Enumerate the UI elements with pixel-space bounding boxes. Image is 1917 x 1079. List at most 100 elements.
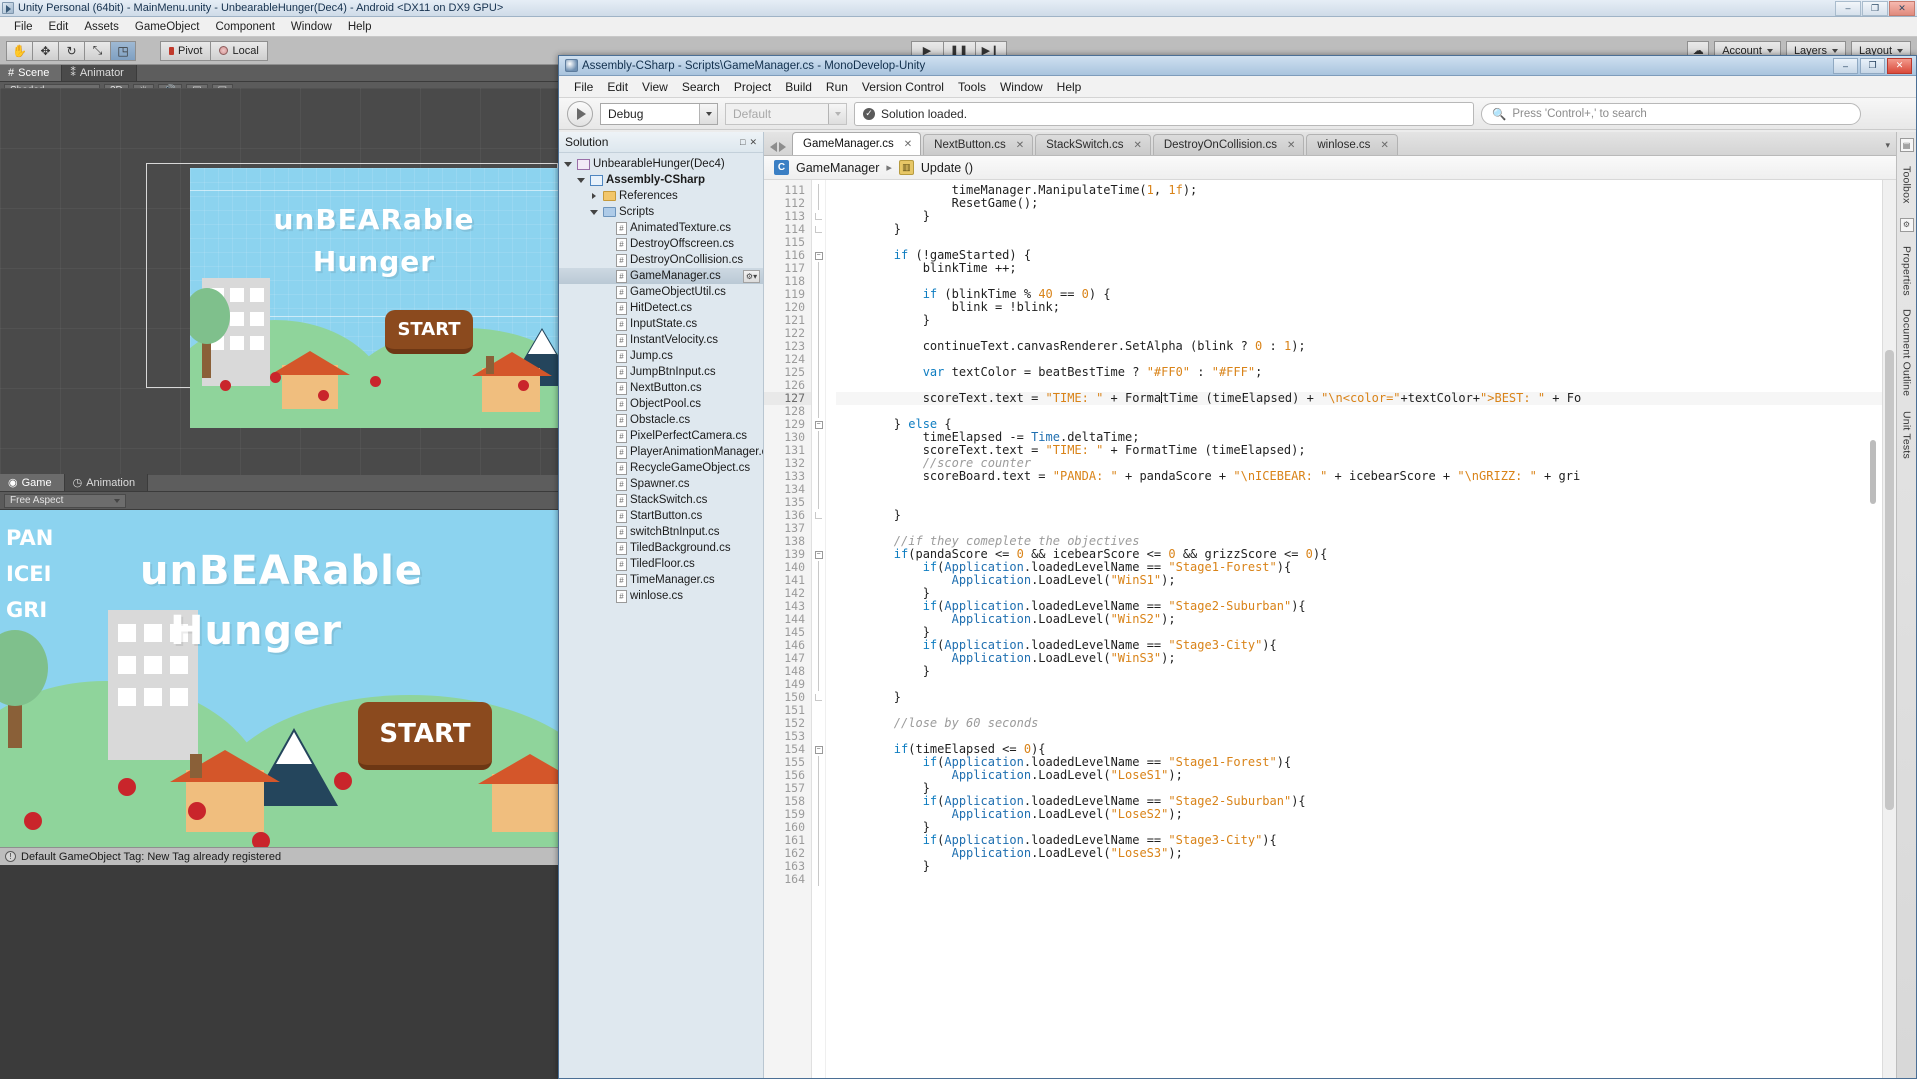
tree-item[interactable]: # ObjectPool.cs bbox=[559, 396, 763, 412]
fold-marker[interactable] bbox=[812, 626, 825, 639]
fold-marker[interactable]: − bbox=[812, 743, 825, 756]
code-line[interactable]: Application.LoadLevel("LoseS2"); bbox=[836, 808, 1882, 821]
fold-marker[interactable] bbox=[812, 288, 825, 301]
tab-nav-back-icon[interactable] bbox=[770, 142, 777, 152]
breadcrumb-class[interactable]: GameManager bbox=[796, 161, 879, 175]
fold-marker[interactable] bbox=[812, 795, 825, 808]
file-gear-icon[interactable]: ⚙▾ bbox=[743, 269, 760, 283]
tree-item[interactable]: # PixelPerfectCamera.cs bbox=[559, 428, 763, 444]
runtime-dropdown[interactable]: Default bbox=[725, 102, 847, 125]
fold-marker[interactable] bbox=[812, 769, 825, 782]
fold-marker[interactable] bbox=[812, 314, 825, 327]
tree-item[interactable]: # TimeManager.cs bbox=[559, 572, 763, 588]
fold-marker[interactable] bbox=[812, 587, 825, 600]
code-line[interactable]: } bbox=[836, 223, 1882, 236]
tree-item[interactable]: # DestroyOnCollision.cs bbox=[559, 252, 763, 268]
code-line[interactable]: Application.LoadLevel("LoseS1"); bbox=[836, 769, 1882, 782]
rail-label-properties[interactable]: Properties bbox=[1901, 246, 1913, 296]
fold-marker[interactable] bbox=[812, 678, 825, 691]
pad-close-icon[interactable]: ✕ bbox=[749, 137, 757, 148]
fold-marker[interactable] bbox=[812, 366, 825, 379]
code-line[interactable] bbox=[836, 405, 1882, 418]
breadcrumb-method[interactable]: Update () bbox=[921, 161, 973, 175]
document-tabs[interactable]: GameManager.cs ✕ NextButton.cs ✕ StackSwitch… bbox=[764, 132, 1896, 156]
unity-menu-component[interactable]: Component bbox=[207, 19, 282, 35]
fold-marker[interactable] bbox=[812, 652, 825, 665]
close-icon[interactable]: ✕ bbox=[904, 139, 912, 150]
hand-tool-icon[interactable]: ✋ bbox=[6, 40, 32, 61]
code-line[interactable]: } bbox=[836, 860, 1882, 873]
tree-item[interactable]: # Obstacle.cs bbox=[559, 412, 763, 428]
fold-marker[interactable] bbox=[812, 223, 825, 236]
mono-menu-help[interactable]: Help bbox=[1050, 77, 1089, 97]
fold-marker[interactable] bbox=[812, 340, 825, 353]
code-line[interactable]: blinkTime ++; bbox=[836, 262, 1882, 275]
document-tab[interactable]: DestroyOnCollision.cs ✕ bbox=[1152, 134, 1305, 155]
document-tab[interactable]: GameManager.cs ✕ bbox=[792, 132, 922, 155]
code-line[interactable] bbox=[836, 496, 1882, 509]
tree-item[interactable]: # Jump.cs bbox=[559, 348, 763, 364]
tab-nav-forward-icon[interactable] bbox=[779, 142, 786, 152]
move-tool-icon[interactable]: ✥ bbox=[32, 40, 58, 61]
global-search-input[interactable]: 🔍 Press 'Control+,' to search bbox=[1481, 102, 1861, 125]
tree-item[interactable]: # GameManager.cs ⚙▾ bbox=[559, 268, 763, 284]
fold-marker[interactable] bbox=[812, 301, 825, 314]
code-line[interactable] bbox=[836, 483, 1882, 496]
mono-menu-run[interactable]: Run bbox=[819, 77, 855, 97]
tab-animation[interactable]: ◷ Animation bbox=[64, 474, 149, 491]
tree-item[interactable]: # TiledFloor.cs bbox=[559, 556, 763, 572]
fold-marker[interactable] bbox=[812, 483, 825, 496]
game-view[interactable]: unBEARable Hunger START PAN ICEI GRI bbox=[0, 510, 558, 847]
fold-marker[interactable] bbox=[812, 405, 825, 418]
mono-minimize-button[interactable]: – bbox=[1833, 57, 1858, 74]
unity-menu-edit[interactable]: Edit bbox=[41, 19, 77, 35]
fold-marker[interactable]: − bbox=[812, 418, 825, 431]
editor-vertical-scrollbar[interactable] bbox=[1882, 180, 1896, 1078]
tree-item[interactable]: # HitDetect.cs bbox=[559, 300, 763, 316]
tree-item[interactable]: # AnimatedTexture.cs bbox=[559, 220, 763, 236]
code-line[interactable]: ResetGame(); bbox=[836, 197, 1882, 210]
code-fold-column[interactable]: − − − − bbox=[812, 180, 826, 1078]
pad-dock-icon[interactable]: □ bbox=[740, 137, 745, 148]
tree-item[interactable]: Assembly-CSharp bbox=[559, 172, 763, 188]
run-button[interactable] bbox=[567, 100, 593, 127]
code-text[interactable]: timeManager.ManipulateTime(1, 1f); Reset… bbox=[826, 180, 1882, 1078]
tree-item[interactable]: # RecycleGameObject.cs bbox=[559, 460, 763, 476]
tab-nav-arrows[interactable] bbox=[764, 142, 792, 155]
horizontal-scroll-marker[interactable] bbox=[1870, 440, 1876, 504]
scale-tool-icon[interactable]: ⤡ bbox=[84, 40, 110, 61]
tree-item[interactable]: # NextButton.cs bbox=[559, 380, 763, 396]
fold-marker[interactable] bbox=[812, 600, 825, 613]
twisty[interactable] bbox=[588, 193, 600, 199]
mono-menu-build[interactable]: Build bbox=[778, 77, 819, 97]
fold-marker[interactable] bbox=[812, 327, 825, 340]
rail-label-toolbox[interactable]: Toolbox bbox=[1901, 166, 1913, 204]
code-line[interactable]: //lose by 60 seconds bbox=[836, 717, 1882, 730]
unity-menu-file[interactable]: File bbox=[6, 19, 41, 35]
tree-item[interactable]: # winlose.cs bbox=[559, 588, 763, 604]
fold-marker[interactable] bbox=[812, 574, 825, 587]
scrollbar-thumb[interactable] bbox=[1885, 350, 1894, 810]
preview-start-button[interactable]: START bbox=[385, 310, 473, 354]
close-icon[interactable]: ✕ bbox=[1287, 140, 1295, 151]
close-icon[interactable]: ✕ bbox=[1133, 140, 1141, 151]
game-start-button[interactable]: START bbox=[358, 702, 492, 770]
fold-marker[interactable] bbox=[812, 184, 825, 197]
fold-marker[interactable] bbox=[812, 236, 825, 249]
aspect-dropdown[interactable]: Free Aspect bbox=[4, 493, 126, 508]
code-line[interactable]: Application.LoadLevel("WinS2"); bbox=[836, 613, 1882, 626]
mono-menu-window[interactable]: Window bbox=[993, 77, 1050, 97]
code-line[interactable]: blink = !blink; bbox=[836, 301, 1882, 314]
fold-marker[interactable] bbox=[812, 509, 825, 522]
document-tab[interactable]: StackSwitch.cs ✕ bbox=[1035, 134, 1151, 155]
code-line[interactable]: } bbox=[836, 691, 1882, 704]
unity-close-button[interactable]: ✕ bbox=[1889, 0, 1915, 16]
unity-menu-window[interactable]: Window bbox=[283, 19, 340, 35]
document-tab[interactable]: winlose.cs ✕ bbox=[1306, 134, 1398, 155]
tree-item[interactable]: # InputState.cs bbox=[559, 316, 763, 332]
toolbox-pad-icon[interactable]: ▤ bbox=[1899, 138, 1914, 152]
rotate-tool-icon[interactable]: ↻ bbox=[58, 40, 84, 61]
close-icon[interactable]: ✕ bbox=[1380, 140, 1388, 151]
fold-marker[interactable] bbox=[812, 431, 825, 444]
code-line[interactable]: } bbox=[836, 314, 1882, 327]
